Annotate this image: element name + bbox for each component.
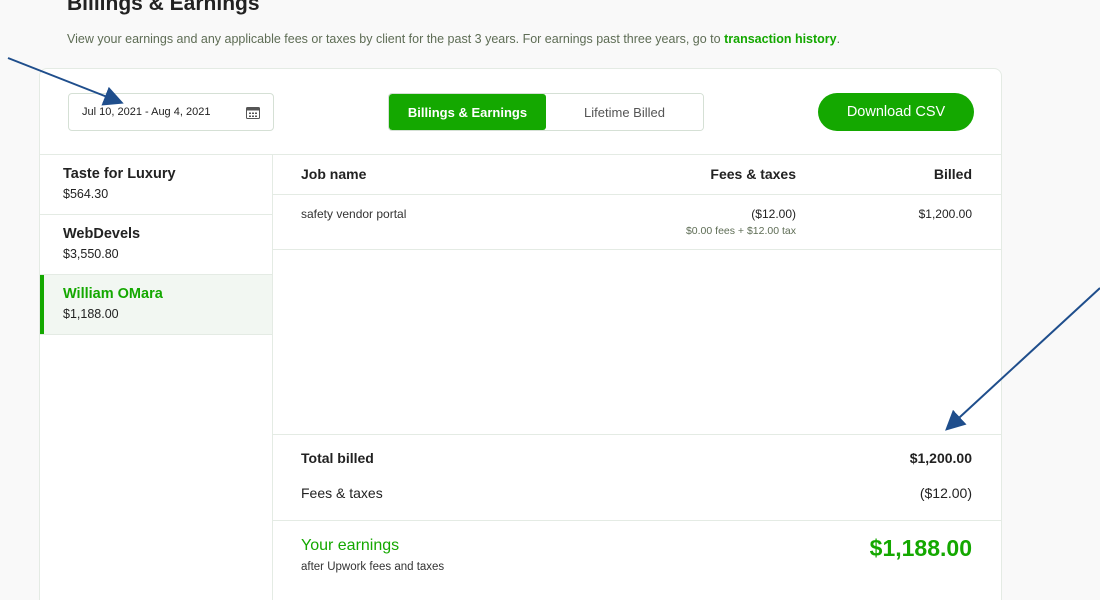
fees-taxes-line: Fees & taxes ($12.00) xyxy=(301,485,972,501)
jobs-table: Job name Fees & taxes Billed safety vend… xyxy=(273,155,1001,600)
table-header: Job name Fees & taxes Billed xyxy=(273,155,1001,195)
column-header-job: Job name xyxy=(301,166,367,182)
total-billed-line: Total billed $1,200.00 xyxy=(301,450,972,466)
client-item-taste-for-luxury[interactable]: Taste for Luxury $564.30 xyxy=(40,155,272,215)
client-item-william-omara[interactable]: William OMara $1,188.00 xyxy=(40,275,272,335)
total-billed-label: Total billed xyxy=(301,450,374,466)
view-toggle: Billings & Earnings Lifetime Billed xyxy=(388,93,704,131)
page-description: View your earnings and any applicable fe… xyxy=(67,32,840,46)
totals-section: Total billed $1,200.00 Fees & taxes ($12… xyxy=(273,434,1001,520)
fees-taxes-value: ($12.00) xyxy=(919,485,972,501)
download-csv-button[interactable]: Download CSV xyxy=(818,93,974,131)
tab-billings-earnings[interactable]: Billings & Earnings xyxy=(389,94,546,130)
client-name: Taste for Luxury xyxy=(63,166,176,182)
column-header-billed: Billed xyxy=(933,166,972,182)
page-title: Billings & Earnings xyxy=(67,0,260,15)
description-text: View your earnings and any applicable fe… xyxy=(67,32,721,46)
earnings-value: $1,188.00 xyxy=(869,535,972,561)
earnings-label: Your earnings xyxy=(301,537,400,554)
date-range-value: Jul 10, 2021 - Aug 4, 2021 xyxy=(82,106,211,118)
description-period: . xyxy=(836,32,841,46)
fees-taxes-label: Fees & taxes xyxy=(301,485,383,501)
client-amount: $3,550.80 xyxy=(63,247,119,261)
total-billed-value: $1,200.00 xyxy=(909,450,972,466)
job-name: safety vendor portal xyxy=(301,207,407,221)
earnings-section: Your earnings after Upwork fees and taxe… xyxy=(273,520,1001,600)
earnings-card: Jul 10, 2021 - Aug 4, 2021 Billings & Ea… xyxy=(39,68,1002,600)
column-header-fees: Fees & taxes xyxy=(710,166,796,182)
client-amount: $1,188.00 xyxy=(63,307,119,321)
content-area: Taste for Luxury $564.30 WebDevels $3,55… xyxy=(40,154,1001,600)
job-fees-detail: $0.00 fees + $12.00 tax xyxy=(685,225,796,237)
tab-lifetime-billed[interactable]: Lifetime Billed xyxy=(546,94,703,130)
client-item-webdevels[interactable]: WebDevels $3,550.80 xyxy=(40,215,272,275)
job-billed: $1,200.00 xyxy=(918,207,972,221)
earnings-sublabel: after Upwork fees and taxes xyxy=(301,561,445,573)
transaction-history-link[interactable]: transaction history xyxy=(724,32,837,46)
client-name: William OMara xyxy=(63,286,163,302)
client-amount: $564.30 xyxy=(63,187,109,201)
table-row: safety vendor portal ($12.00) $0.00 fees… xyxy=(273,195,1001,250)
client-list: Taste for Luxury $564.30 WebDevels $3,55… xyxy=(40,155,273,600)
client-name: WebDevels xyxy=(63,226,141,242)
job-fees: ($12.00) xyxy=(751,207,796,221)
date-range-picker[interactable]: Jul 10, 2021 - Aug 4, 2021 xyxy=(68,93,274,131)
calendar-icon[interactable] xyxy=(246,106,260,119)
